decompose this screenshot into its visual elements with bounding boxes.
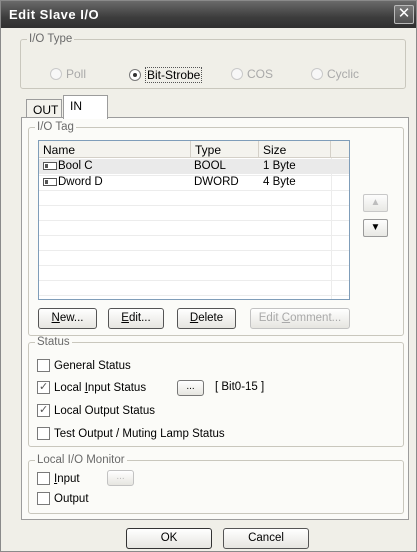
edit-slave-io-dialog: Edit Slave I/O ✕ I/O Type Poll Bit-Strob… [0,0,417,552]
radio-cyclic[interactable]: Cyclic [311,67,359,81]
move-down-button[interactable]: ▼ [363,219,388,237]
column-header-size[interactable]: Size [259,141,331,158]
radio-cos[interactable]: COS [231,67,273,81]
delete-button[interactable]: Delete [177,308,236,329]
column-header-name[interactable]: Name [39,141,191,158]
close-icon[interactable]: ✕ [394,5,414,24]
local-output-status-checkbox[interactable]: Local Output Status [37,403,155,417]
local-input-status-checkbox[interactable]: Local Input Status [37,380,146,394]
radio-dot-icon [50,68,62,80]
edit-comment-button[interactable]: Edit Comment... [250,308,350,329]
row-size: 1 Byte [263,160,296,172]
monitor-input-browse-button[interactable]: ... [107,470,134,486]
radio-dot-icon [129,69,141,81]
io-type-group: I/O Type Poll Bit-Strobe COS Cyclic [20,33,406,89]
column-header-type[interactable]: Type [191,141,259,158]
local-io-monitor-legend: Local I/O Monitor [37,454,125,466]
monitor-input-checkbox[interactable]: Input [37,472,80,485]
radio-poll[interactable]: Poll [50,67,86,81]
local-input-browse-button[interactable]: ... [177,380,204,396]
radio-poll-label: Poll [66,67,87,81]
checkbox-box [37,403,50,417]
move-up-button[interactable]: ▲ [363,194,388,212]
window-title: Edit Slave I/O [9,7,100,22]
radio-bit-strobe[interactable]: Bit-Strobe [129,67,203,83]
checkbox-box [37,380,50,394]
checkbox-box [37,492,50,505]
row-name: Dword D [58,176,103,188]
general-status-checkbox[interactable]: General Status [37,359,131,372]
row-size: 4 Byte [263,176,296,188]
checkbox-box [37,427,50,440]
row-type: DWORD [194,176,239,188]
row-type: BOOL [194,160,226,172]
table-row[interactable]: Dword D DWORD 4 Byte [39,175,349,190]
tag-icon [43,161,57,170]
monitor-output-checkbox[interactable]: Output [37,492,89,505]
local-io-monitor-group: Local I/O Monitor [28,454,404,514]
io-tag-legend: I/O Tag [37,121,74,133]
list-header: Name Type Size [39,141,349,158]
radio-dot-icon [231,68,243,80]
table-row[interactable]: Bool C BOOL 1 Byte [39,159,349,174]
title-bar[interactable]: Edit Slave I/O ✕ [1,1,416,28]
radio-cyclic-label: Cyclic [327,67,359,81]
new-button[interactable]: New... [38,308,97,329]
cancel-button[interactable]: Cancel [223,528,309,549]
io-type-legend: I/O Type [29,33,73,45]
radio-cos-label: COS [247,67,274,81]
test-output-muting-checkbox[interactable]: Test Output / Muting Lamp Status [37,427,225,440]
radio-dot-icon [311,68,323,80]
ok-button[interactable]: OK [126,528,212,549]
checkbox-box [37,359,50,372]
checkbox-box [37,472,50,485]
tab-in[interactable]: IN [63,95,108,119]
local-input-bit-range: [ Bit0-15 ] [215,381,265,393]
row-name: Bool C [58,160,93,172]
io-tag-list[interactable]: Name Type Size Bool C BOOL 1 Byte Dword … [38,140,350,300]
tag-icon [43,177,57,186]
radio-bit-strobe-label: Bit-Strobe [145,67,203,83]
status-legend: Status [37,336,70,348]
tab-out[interactable]: OUT [26,99,62,119]
edit-button[interactable]: Edit... [108,308,164,329]
